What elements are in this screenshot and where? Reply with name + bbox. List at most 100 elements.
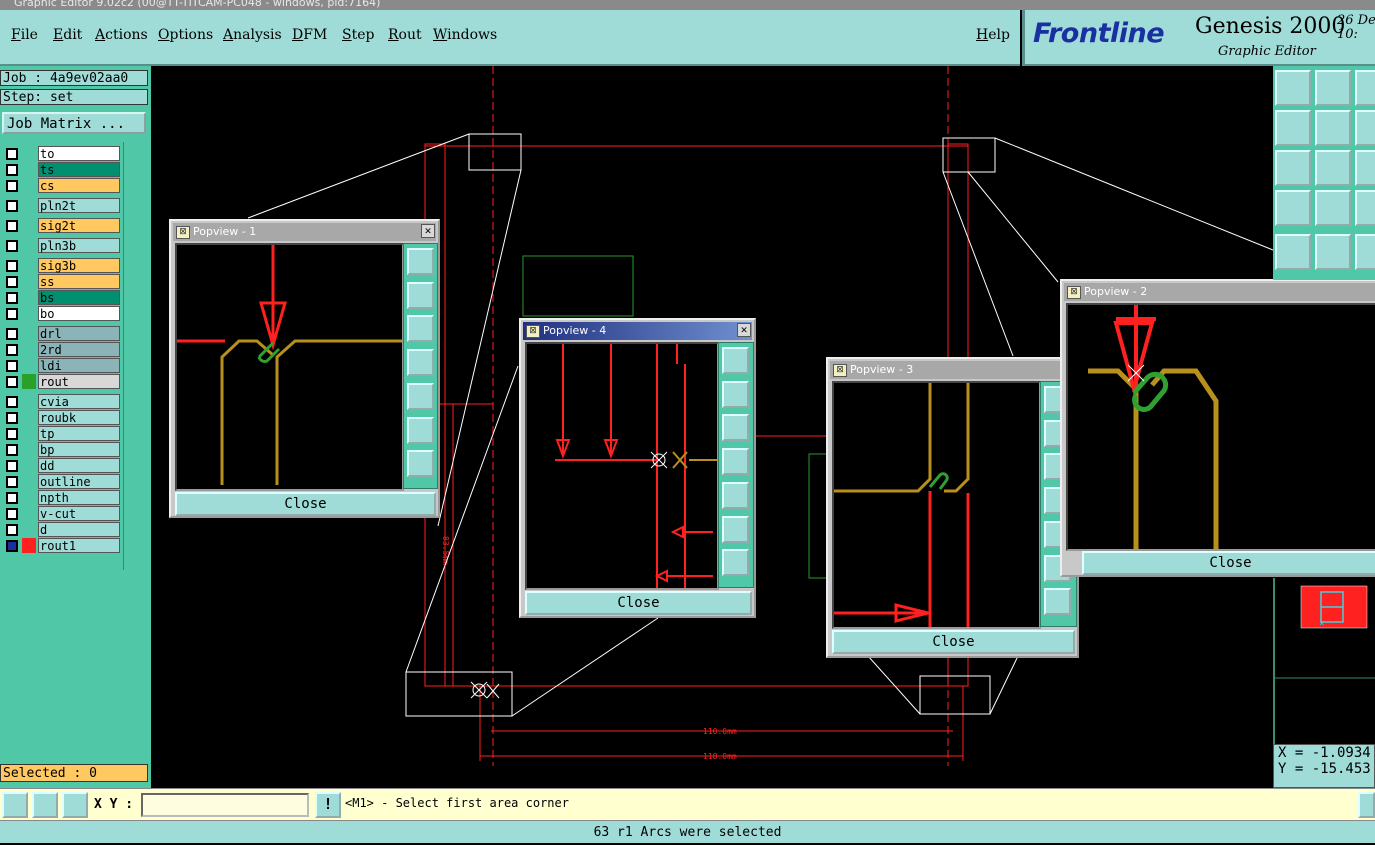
layer-checkbox[interactable] <box>6 308 18 320</box>
layer-checkbox[interactable] <box>6 200 18 212</box>
layer-row[interactable]: rout1 <box>2 538 120 553</box>
layer-name[interactable]: dd <box>38 458 120 473</box>
info-button[interactable] <box>1358 792 1375 818</box>
layer-row[interactable]: cvia <box>2 394 120 409</box>
zoom-tool-icon[interactable] <box>407 382 434 410</box>
layer-name[interactable]: bo <box>38 306 120 321</box>
layer-name[interactable]: drl <box>38 326 120 341</box>
popview-2-titlebar[interactable]: ⊠ Popview - 2 <box>1064 283 1375 301</box>
zoom-tool-icon[interactable] <box>407 450 434 478</box>
menu-edit[interactable]: Edit <box>53 27 82 43</box>
layer-name[interactable]: ss <box>38 274 120 289</box>
layer-name[interactable]: pln3b <box>38 238 120 253</box>
zoom-tool-icon[interactable] <box>1044 588 1071 616</box>
view-tool-icon[interactable] <box>1275 190 1311 226</box>
zoom-tool-icon[interactable] <box>722 549 749 577</box>
zoom-tool-icon[interactable] <box>722 380 749 408</box>
layer-name[interactable]: d <box>38 522 120 537</box>
zoom-tool-icon[interactable] <box>407 315 434 343</box>
layer-checkbox[interactable] <box>6 164 18 176</box>
close-icon[interactable]: ✕ <box>421 224 435 238</box>
layer-checkbox[interactable] <box>6 444 18 456</box>
view-tool-icon[interactable] <box>1315 190 1351 226</box>
popview-2-close-button[interactable]: Close <box>1082 551 1375 575</box>
zoom-tool-icon[interactable] <box>407 349 434 377</box>
view-tool-icon[interactable] <box>1275 70 1311 106</box>
layer-checkbox[interactable] <box>6 396 18 408</box>
layer-checkbox[interactable] <box>6 412 18 424</box>
measure-icon[interactable] <box>32 792 58 818</box>
layer-name[interactable]: rout1 <box>38 538 120 553</box>
zoom-tool-icon[interactable] <box>722 448 749 476</box>
layer-checkbox[interactable] <box>6 220 18 232</box>
view-tool-icon[interactable] <box>1275 150 1311 186</box>
layer-checkbox[interactable] <box>6 508 18 520</box>
layer-checkbox[interactable] <box>6 524 18 536</box>
popview-1-close-button[interactable]: Close <box>175 492 436 516</box>
layer-name[interactable]: to <box>38 146 120 161</box>
layer-checkbox[interactable] <box>6 148 18 160</box>
layer-row[interactable]: v-cut <box>2 506 120 521</box>
layer-checkbox[interactable] <box>6 540 18 552</box>
layer-checkbox[interactable] <box>6 276 18 288</box>
layer-row[interactable]: ss <box>2 274 120 289</box>
layer-row[interactable]: sig2t <box>2 218 120 233</box>
layer-row[interactable]: roubk <box>2 410 120 425</box>
view-tool-icon[interactable] <box>1355 70 1375 106</box>
warning-icon[interactable]: ! <box>315 792 341 818</box>
zoom-tool-icon[interactable] <box>722 347 749 374</box>
popview-3-viewport[interactable] <box>832 381 1041 629</box>
layer-row[interactable]: rout <box>2 374 120 389</box>
menu-analysis[interactable]: Analysis <box>223 27 282 43</box>
layer-checkbox[interactable] <box>6 344 18 356</box>
layer-row[interactable]: 2rd <box>2 342 120 357</box>
zoom-tool-icon[interactable] <box>722 515 749 543</box>
layer-checkbox[interactable] <box>6 476 18 488</box>
layer-name[interactable]: sig2t <box>38 218 120 233</box>
layer-checkbox[interactable] <box>6 428 18 440</box>
layer-name[interactable]: cvia <box>38 394 120 409</box>
layer-row[interactable]: cs <box>2 178 120 193</box>
layer-name[interactable]: npth <box>38 490 120 505</box>
layer-row[interactable]: pln2t <box>2 198 120 213</box>
popview-1-titlebar[interactable]: ⊠ Popview - 1 <box>173 223 436 241</box>
layer-row[interactable]: drl <box>2 326 120 341</box>
layer-row[interactable]: ldi <box>2 358 120 373</box>
layer-row[interactable]: bp <box>2 442 120 457</box>
view-tool-icon[interactable] <box>1355 234 1375 270</box>
zoom-tool-icon[interactable] <box>407 281 434 309</box>
view-tool-icon[interactable] <box>1275 234 1311 270</box>
layer-checkbox[interactable] <box>6 180 18 192</box>
layer-checkbox[interactable] <box>6 460 18 472</box>
layer-row[interactable]: pln3b <box>2 238 120 253</box>
layer-checkbox[interactable] <box>6 240 18 252</box>
layer-checkbox[interactable] <box>6 328 18 340</box>
layer-name[interactable]: bp <box>38 442 120 457</box>
layer-row[interactable]: dd <box>2 458 120 473</box>
popview-4-viewport[interactable] <box>525 342 719 590</box>
layer-name[interactable]: ts <box>38 162 120 177</box>
layer-checkbox[interactable] <box>6 492 18 504</box>
view-tool-icon[interactable] <box>1275 110 1311 146</box>
layer-row[interactable]: npth <box>2 490 120 505</box>
menu-file[interactable]: File <box>11 27 38 43</box>
layer-name[interactable]: cs <box>38 178 120 193</box>
job-matrix-button[interactable]: Job Matrix ... <box>2 112 146 134</box>
layer-name[interactable]: 2rd <box>38 342 120 357</box>
layer-name[interactable]: rout <box>38 374 120 389</box>
menu-actions[interactable]: Actions <box>95 27 148 43</box>
popview-3-close-button[interactable]: Close <box>832 630 1075 654</box>
layer-name[interactable]: sig3b <box>38 258 120 273</box>
popview-4-titlebar[interactable]: ⊠ Popview - 4 <box>523 322 752 340</box>
snap-mode-icon[interactable] <box>2 792 28 818</box>
layer-name[interactable]: v-cut <box>38 506 120 521</box>
layer-checkbox[interactable] <box>6 260 18 272</box>
menu-help[interactable]: Help <box>976 27 1010 43</box>
layer-row[interactable]: bs <box>2 290 120 305</box>
menu-step[interactable]: Step <box>342 27 374 43</box>
layer-checkbox[interactable] <box>6 360 18 372</box>
view-tool-icon[interactable] <box>1355 150 1375 186</box>
layer-row[interactable]: bo <box>2 306 120 321</box>
layer-row[interactable]: d <box>2 522 120 537</box>
popview-3-titlebar[interactable]: ⊠ Popview - 3 <box>830 361 1075 379</box>
